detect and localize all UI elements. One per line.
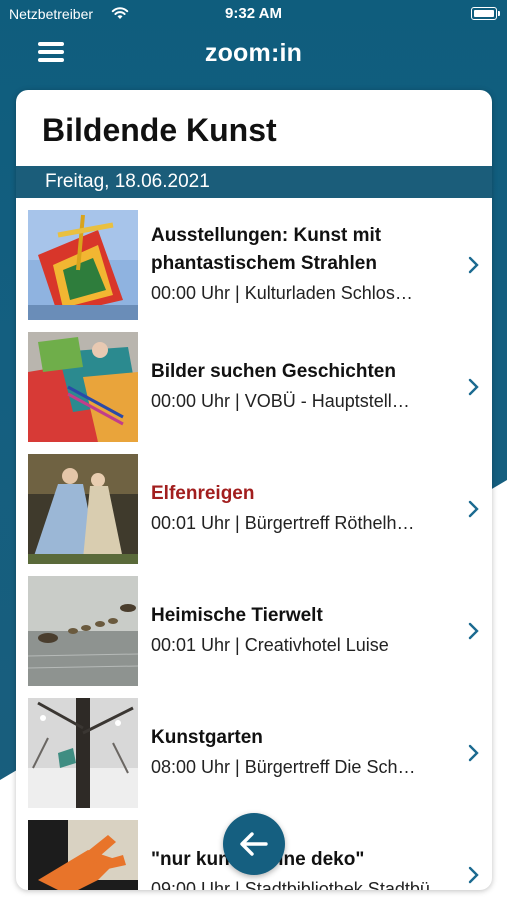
chevron-right-icon — [468, 378, 479, 396]
event-title: Elfenreigen — [151, 483, 255, 504]
chevron-right-icon — [468, 500, 479, 518]
event-subtitle: 00:00 Uhr | VOBÜ - Hauptstell… — [151, 391, 410, 411]
event-thumbnail — [28, 820, 138, 890]
event-list-item[interactable]: Heimische Tierwelt 00:01 Uhr | Creativho… — [16, 564, 492, 686]
event-subtitle: 00:01 Uhr | Creativhotel Luise — [151, 635, 389, 655]
chevron-right-icon — [468, 744, 479, 762]
chevron-right-icon — [468, 622, 479, 640]
event-subtitle: 08:00 Uhr | Bürgertreff Die Sch… — [151, 757, 416, 777]
event-title: Kunstgarten — [151, 727, 263, 748]
event-list-item[interactable]: Ausstellungen: Kunst mit phantastischem … — [16, 198, 492, 320]
event-title: Bilder suchen Geschichten — [151, 361, 396, 382]
event-list-item[interactable]: Kunstgarten 08:00 Uhr | Bürgertreff Die … — [16, 686, 492, 808]
event-subtitle: 00:01 Uhr | Bürgertreff Röthelh… — [151, 513, 415, 533]
date-label: Freitag, 18.06.2021 — [45, 171, 210, 192]
content-card: Bildende Kunst Freitag, 18.06.2021 Ausst… — [16, 90, 492, 890]
chevron-right-icon — [468, 256, 479, 274]
battery-icon — [471, 7, 500, 20]
event-thumbnail — [28, 698, 138, 808]
status-bar: Netzbetreiber 9:32 AM — [0, 0, 507, 30]
event-thumbnail — [28, 576, 138, 686]
page-title: Bildende Kunst — [42, 112, 277, 148]
event-subtitle: 00:00 Uhr | Kulturladen Schlos… — [151, 283, 413, 303]
event-title: Ausstellungen: Kunst mit phantastischem … — [151, 225, 382, 274]
event-thumbnail — [28, 454, 138, 564]
arrow-left-icon — [240, 832, 268, 856]
event-list-item[interactable]: Bilder suchen Geschichten 00:00 Uhr | VO… — [16, 320, 492, 442]
back-button[interactable] — [223, 813, 285, 875]
event-title: "nur kunst, keine deko" — [151, 849, 365, 870]
app-logo: zoom:in — [204, 39, 303, 67]
nav-bar: zoom:in — [0, 30, 507, 80]
chevron-right-icon — [468, 866, 479, 884]
event-list-item[interactable]: Elfenreigen 00:01 Uhr | Bürgertreff Röth… — [16, 442, 492, 564]
event-title: Heimische Tierwelt — [151, 605, 323, 626]
event-thumbnail — [28, 332, 138, 442]
status-time: 9:32 AM — [225, 5, 282, 22]
event-subtitle: 09:00 Uhr | Stadtbibliothek Stadtbüchere… — [151, 879, 456, 890]
event-thumbnail — [28, 210, 138, 320]
date-header: Freitag, 18.06.2021 — [16, 166, 492, 198]
